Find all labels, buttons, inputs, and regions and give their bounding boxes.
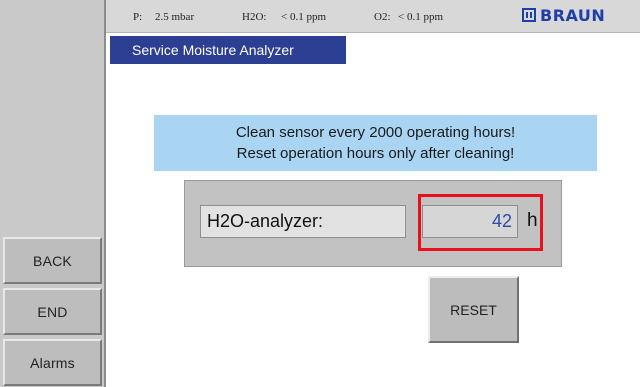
page-title: Service Moisture Analyzer	[110, 36, 346, 64]
o2-label: O2:	[374, 11, 391, 23]
braun-logo-icon	[522, 8, 536, 22]
sidebar: BACK END Alarms	[0, 0, 106, 387]
o2-value: < 0.1 ppm	[398, 11, 444, 23]
h2o-value: < 0.1 ppm	[281, 11, 327, 23]
pressure-label: P:	[133, 11, 143, 23]
hours-highlight-box	[418, 194, 543, 251]
reset-button[interactable]: RESET	[428, 276, 519, 343]
brand-name: BRAUN	[540, 5, 606, 25]
alarms-button[interactable]: Alarms	[3, 339, 102, 386]
h2o-label: H2O:	[242, 11, 267, 23]
analyzer-label: H2O-analyzer:	[200, 205, 406, 238]
maintenance-notice: Clean sensor every 2000 operating hours!…	[154, 115, 597, 171]
notice-line-2: Reset operation hours only after cleanin…	[236, 145, 515, 162]
pressure-value: 2.5 mbar	[155, 11, 195, 23]
notice-line-1: Clean sensor every 2000 operating hours!	[235, 124, 516, 141]
back-button[interactable]: BACK	[3, 237, 102, 284]
status-bar: P: 2.5 mbar H2O: < 0.1 ppm O2: < 0.1 ppm…	[106, 0, 640, 33]
end-button[interactable]: END	[3, 288, 102, 335]
braun-logo: BRAUN	[522, 5, 606, 25]
